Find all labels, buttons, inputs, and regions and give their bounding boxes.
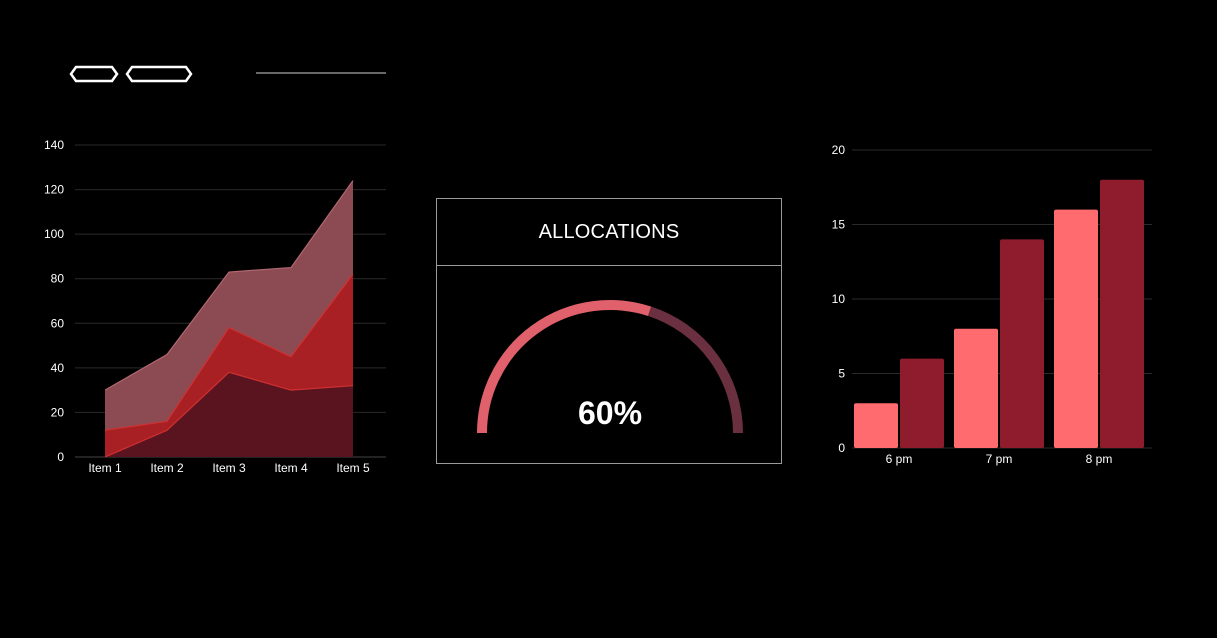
y-tick-label: 20 xyxy=(51,405,65,419)
x-tick-label: 7 pm xyxy=(986,452,1013,466)
y-tick-label: 60 xyxy=(51,316,65,330)
y-tick-label: 40 xyxy=(51,361,65,375)
x-tick-label: 8 pm xyxy=(1086,452,1113,466)
toolbar xyxy=(69,65,386,83)
x-tick-label: Item 3 xyxy=(212,461,246,475)
x-tick-label: 6 pm xyxy=(886,452,913,466)
y-tick-label: 0 xyxy=(838,441,845,455)
x-tick-label: Item 1 xyxy=(88,461,122,475)
gauge-value: 60% xyxy=(578,395,642,431)
bar-1 xyxy=(854,403,898,448)
bar-2 xyxy=(1100,179,1144,449)
allocations-gauge: 60% xyxy=(477,300,743,434)
x-tick-label: Item 4 xyxy=(274,461,308,475)
allocations-title: ALLOCATIONS xyxy=(437,199,781,266)
y-tick-label: 15 xyxy=(832,218,846,232)
x-tick-label: Item 2 xyxy=(150,461,184,475)
y-tick-label: 0 xyxy=(57,450,64,464)
y-tick-label: 120 xyxy=(44,183,64,197)
y-tick-label: 140 xyxy=(44,138,64,152)
y-tick-label: 100 xyxy=(44,227,64,241)
bar-2 xyxy=(1000,239,1044,448)
gauge-track xyxy=(647,306,743,434)
y-tick-label: 10 xyxy=(832,292,846,306)
hexagon-outline-icon[interactable] xyxy=(125,65,193,83)
bar-1 xyxy=(1054,209,1098,448)
bar-chart: 0 5 10 15 20 6 pm 7 pm 8 pm xyxy=(832,143,1152,466)
y-tick-label: 80 xyxy=(51,272,65,286)
bar-1 xyxy=(954,328,998,448)
y-tick-label: 5 xyxy=(838,367,845,381)
x-tick-label: Item 5 xyxy=(336,461,370,475)
area-chart: 0 20 40 60 80 100 120 140 Item 1 Item 2 Item 3 Item… xyxy=(44,138,386,475)
bar-2 xyxy=(900,358,944,448)
allocations-panel: ALLOCATIONS 60% xyxy=(436,198,782,464)
y-tick-label: 20 xyxy=(832,143,846,157)
hexagon-outline-icon[interactable] xyxy=(69,65,119,83)
